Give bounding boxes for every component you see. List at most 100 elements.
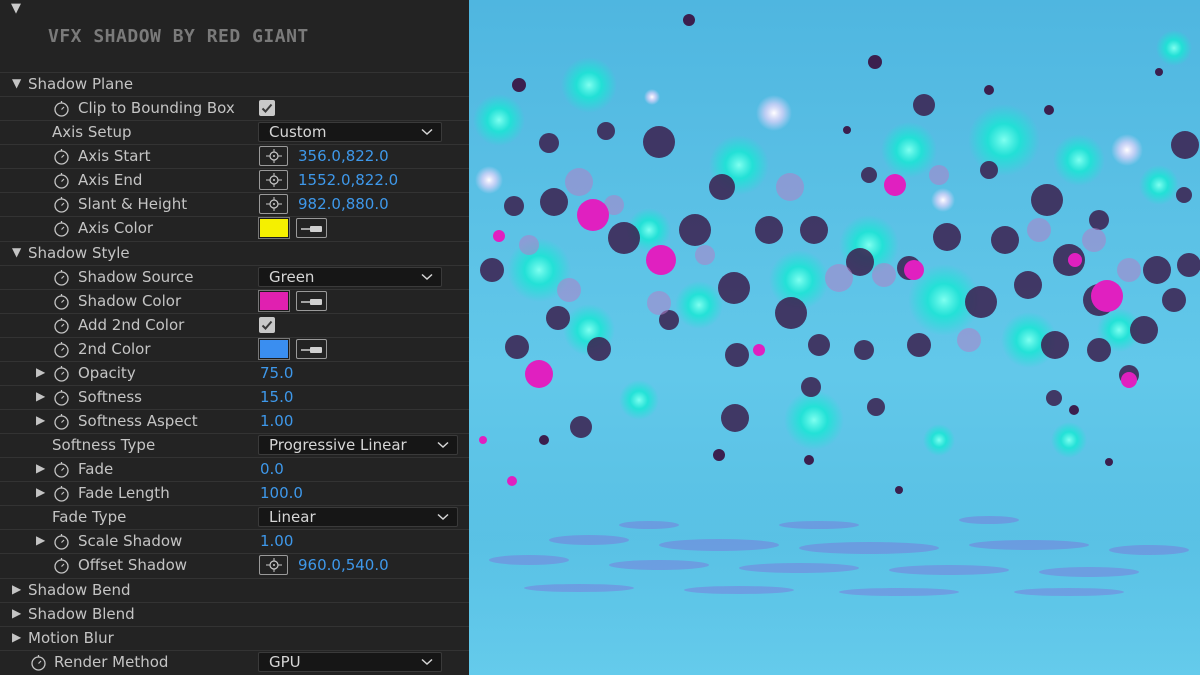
prop-label: Softness Type — [52, 436, 156, 454]
prop-label: Fade — [78, 460, 114, 478]
prop-label: Slant & Height — [78, 195, 188, 213]
stopwatch-icon[interactable] — [53, 533, 70, 550]
section-shadow-blend[interactable]: ▶ Shadow Blend — [0, 602, 469, 626]
2nd-color-eyedropper[interactable] — [296, 339, 327, 359]
section-shadow-plane[interactable]: ▼ Shadow Plane — [0, 72, 469, 96]
composition-preview[interactable] — [469, 0, 1200, 675]
stopwatch-icon[interactable] — [53, 172, 70, 189]
prop-offset-shadow: Offset Shadow 960.0,540.0 — [0, 553, 469, 577]
twirl-closed-icon[interactable]: ▶ — [12, 606, 21, 620]
offset-shadow-point-button[interactable] — [259, 555, 288, 575]
effect-twirl[interactable]: ▼ — [11, 1, 21, 16]
offset-shadow-value[interactable]: 960.0,540.0 — [298, 556, 389, 574]
twirl-closed-icon[interactable]: ▶ — [12, 630, 21, 644]
axis-color-eyedropper[interactable] — [296, 218, 327, 238]
prop-label: Fade Length — [78, 484, 170, 502]
clip-to-bounding-box-checkbox[interactable] — [259, 100, 275, 116]
prop-fade: ▶ Fade 0.0 — [0, 457, 469, 481]
stopwatch-icon[interactable] — [53, 269, 70, 286]
prop-label: Offset Shadow — [78, 556, 188, 574]
dropdown-value: Green — [269, 268, 315, 286]
stopwatch-icon[interactable] — [53, 196, 70, 213]
crosshair-icon — [266, 558, 282, 572]
stopwatch-icon[interactable] — [53, 220, 70, 237]
stopwatch-icon[interactable] — [53, 461, 70, 478]
opacity-value[interactable]: 75.0 — [260, 364, 293, 382]
stopwatch-icon[interactable] — [53, 148, 70, 165]
stopwatch-icon[interactable] — [53, 413, 70, 430]
shadow-color-eyedropper[interactable] — [296, 291, 327, 311]
prop-opacity: ▶ Opacity 75.0 — [0, 361, 469, 385]
prop-label: Axis Setup — [52, 123, 132, 141]
twirl-closed-icon[interactable]: ▶ — [36, 365, 45, 379]
slant-height-point-button[interactable] — [259, 194, 288, 214]
prop-label: Shadow Color — [78, 292, 182, 310]
stopwatch-icon[interactable] — [30, 654, 47, 671]
prop-scale-shadow: ▶ Scale Shadow 1.00 — [0, 529, 469, 553]
axis-color-swatch[interactable] — [258, 217, 290, 239]
prop-label: Opacity — [78, 364, 136, 382]
crosshair-icon — [266, 197, 282, 211]
twirl-open-icon[interactable]: ▼ — [12, 245, 21, 259]
prop-shadow-color: Shadow Color — [0, 289, 469, 313]
chevron-down-icon — [421, 273, 433, 281]
2nd-color-swatch[interactable] — [258, 338, 290, 360]
axis-setup-dropdown[interactable]: Custom — [258, 122, 442, 142]
shadow-source-dropdown[interactable]: Green — [258, 267, 442, 287]
prop-2nd-color: 2nd Color — [0, 337, 469, 361]
stopwatch-icon[interactable] — [53, 341, 70, 358]
stopwatch-icon[interactable] — [53, 100, 70, 117]
prop-softness: ▶ Softness 15.0 — [0, 385, 469, 409]
axis-start-point-button[interactable] — [259, 146, 288, 166]
softness-aspect-value[interactable]: 1.00 — [260, 412, 293, 430]
section-shadow-style[interactable]: ▼ Shadow Style — [0, 241, 469, 265]
slant-height-value[interactable]: 982.0,880.0 — [298, 195, 389, 213]
section-label: Shadow Blend — [28, 605, 135, 623]
twirl-closed-icon[interactable]: ▶ — [36, 413, 45, 427]
stopwatch-icon[interactable] — [53, 293, 70, 310]
axis-start-value[interactable]: 356.0,822.0 — [298, 147, 389, 165]
prop-axis-setup: Axis Setup Custom — [0, 120, 469, 144]
twirl-closed-icon[interactable]: ▶ — [12, 582, 21, 596]
prop-axis-start: Axis Start 356.0,822.0 — [0, 144, 469, 168]
prop-label: Shadow Source — [78, 268, 194, 286]
checkmark-icon — [261, 103, 273, 113]
stopwatch-icon[interactable] — [53, 365, 70, 382]
twirl-open-icon[interactable]: ▼ — [12, 76, 21, 90]
chevron-down-icon — [421, 658, 433, 666]
twirl-closed-icon[interactable]: ▶ — [36, 485, 45, 499]
add-2nd-color-checkbox[interactable] — [259, 317, 275, 333]
chevron-down-icon — [421, 128, 433, 136]
prop-label: Softness Aspect — [78, 412, 198, 430]
shadow-color-swatch[interactable] — [258, 290, 290, 312]
axis-end-value[interactable]: 1552.0,822.0 — [298, 171, 398, 189]
stopwatch-icon[interactable] — [53, 389, 70, 406]
prop-axis-end: Axis End 1552.0,822.0 — [0, 168, 469, 192]
section-label: Shadow Plane — [28, 75, 134, 93]
fade-value[interactable]: 0.0 — [260, 460, 284, 478]
prop-render-method: Render Method GPU — [0, 650, 469, 674]
section-motion-blur[interactable]: ▶ Motion Blur — [0, 626, 469, 650]
stopwatch-icon[interactable] — [53, 485, 70, 502]
softness-type-dropdown[interactable]: Progressive Linear — [258, 435, 458, 455]
plugin-title: VFX SHADOW BY RED GIANT — [48, 26, 309, 47]
fade-length-value[interactable]: 100.0 — [260, 484, 303, 502]
prop-label: Fade Type — [52, 508, 127, 526]
stopwatch-icon[interactable] — [53, 317, 70, 334]
section-label: Motion Blur — [28, 629, 114, 647]
axis-end-point-button[interactable] — [259, 170, 288, 190]
scale-shadow-value[interactable]: 1.00 — [260, 532, 293, 550]
stopwatch-icon[interactable] — [53, 557, 70, 574]
render-method-dropdown[interactable]: GPU — [258, 652, 442, 672]
effect-controls-panel: ▼ VFX SHADOW BY RED GIANT ▼ Shadow Plane… — [0, 0, 469, 675]
twirl-closed-icon[interactable]: ▶ — [36, 389, 45, 403]
twirl-closed-icon[interactable]: ▶ — [36, 461, 45, 475]
prop-label: 2nd Color — [78, 340, 151, 358]
fade-type-dropdown[interactable]: Linear — [258, 507, 458, 527]
chevron-down-icon — [437, 441, 449, 449]
softness-value[interactable]: 15.0 — [260, 388, 293, 406]
prop-add-2nd-color: Add 2nd Color — [0, 313, 469, 337]
section-shadow-bend[interactable]: ▶ Shadow Bend — [0, 578, 469, 602]
prop-axis-color: Axis Color — [0, 216, 469, 240]
twirl-closed-icon[interactable]: ▶ — [36, 533, 45, 547]
